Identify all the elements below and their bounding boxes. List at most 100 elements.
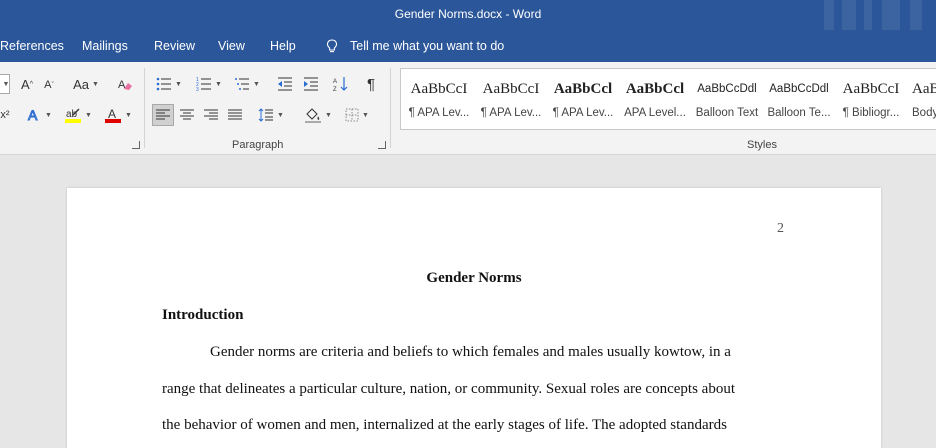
- eraser-icon: A: [118, 79, 132, 91]
- align-left-button[interactable]: [152, 104, 174, 126]
- style-sample: AaBbCcI: [410, 81, 468, 97]
- style-sample: AaBbCcl: [625, 81, 685, 97]
- window-title: Gender Norms.docx - Word: [394, 7, 542, 21]
- decrease-indent-button[interactable]: [274, 74, 296, 94]
- style-bibliography[interactable]: AaBbCcI ¶ Bibliogr...: [835, 69, 907, 129]
- numbering-button[interactable]: 1 2 3 ▼: [192, 74, 226, 94]
- style-name: ¶ APA Lev...: [408, 107, 470, 119]
- style-name: ¶ Bibliogr...: [842, 107, 900, 119]
- align-center-button[interactable]: [176, 104, 198, 126]
- styles-gallery: AaBbCcI ¶ APA Lev... AaBbCcI ¶ APA Lev..…: [400, 68, 936, 130]
- multilevel-list-button[interactable]: ▼: [230, 74, 264, 94]
- paragraph-line: Gender norms are criteria and beliefs to…: [210, 344, 731, 360]
- style-apa-level-2[interactable]: AaBbCcI ¶ APA Lev...: [475, 69, 547, 129]
- style-balloon-text[interactable]: AaBbCcDdl Balloon Text: [691, 69, 763, 129]
- paragraph-dialog-launcher[interactable]: [378, 141, 386, 149]
- font-size-dropdown[interactable]: ▼: [0, 74, 10, 94]
- style-sample: AaBbCcl: [553, 81, 613, 97]
- style-sample: AaBbCcDdl: [697, 83, 757, 95]
- align-right-button[interactable]: [200, 104, 222, 126]
- lightbulb-icon: [326, 39, 338, 53]
- justify-icon: [228, 109, 242, 120]
- style-body[interactable]: AaB Body: [907, 69, 936, 129]
- tab-references[interactable]: References: [0, 39, 64, 53]
- style-apa-level-3[interactable]: AaBbCcl ¶ APA Lev...: [547, 69, 619, 129]
- numbered-list-icon: 123: [196, 77, 212, 91]
- sort-icon: AZ: [333, 77, 348, 92]
- tab-mailings[interactable]: Mailings: [82, 39, 128, 53]
- shading-button[interactable]: ▼: [300, 104, 336, 126]
- style-sample: AaBbCcDdl: [769, 83, 829, 95]
- style-sample: AaB: [912, 81, 936, 97]
- increase-indent-button[interactable]: [300, 74, 322, 94]
- document-title: Gender Norms: [426, 270, 522, 286]
- multilevel-list-icon: [235, 78, 250, 90]
- svg-text:A: A: [28, 107, 38, 123]
- tell-me-box[interactable]: Tell me what you want to do: [326, 39, 504, 53]
- title-bar-decoration: [816, 0, 936, 30]
- section-heading: Introduction: [162, 307, 244, 323]
- title-bar: Gender Norms.docx - Word: [0, 0, 936, 30]
- tab-help[interactable]: Help: [270, 39, 296, 53]
- grow-font-button[interactable]: A ^: [18, 74, 36, 94]
- bullet-list-icon: [156, 77, 172, 91]
- svg-text:A: A: [118, 79, 126, 91]
- change-case-button[interactable]: Aa ▼: [70, 74, 102, 94]
- line-spacing-button[interactable]: ▼: [254, 104, 288, 126]
- ribbon-tabs: References Mailings Review View Help Tel…: [0, 30, 936, 62]
- shrink-font-button[interactable]: Aˇ: [40, 76, 58, 94]
- group-separator: [390, 68, 391, 148]
- paragraph-line: range that delineates a particular cultu…: [162, 381, 735, 397]
- style-name: Body: [912, 107, 936, 119]
- borders-button[interactable]: ▼: [340, 104, 374, 126]
- page-number: 2: [777, 221, 784, 236]
- superscript-button[interactable]: x²: [0, 106, 10, 124]
- style-name: ¶ APA Lev...: [552, 107, 614, 119]
- style-name: Balloon Te...: [767, 107, 831, 119]
- decrease-indent-icon: [278, 77, 292, 91]
- styles-group-label: Styles: [747, 139, 777, 151]
- line-spacing-icon: [258, 108, 274, 122]
- bullets-button[interactable]: ▼: [152, 74, 186, 94]
- text-effects-icon: A: [28, 107, 39, 123]
- group-separator: [144, 68, 145, 148]
- style-apa-level-4[interactable]: AaBbCcl APA Level...: [619, 69, 691, 129]
- tell-me-text: Tell me what you want to do: [350, 39, 505, 53]
- pilcrow-icon: ¶: [366, 75, 376, 93]
- style-name: ¶ APA Lev...: [480, 107, 542, 119]
- svg-text:A: A: [333, 79, 337, 85]
- style-sample: AaBbCcI: [482, 81, 540, 97]
- borders-icon: [345, 108, 359, 122]
- document-page[interactable]: 2 Gender Norms Introduction Gender norms…: [67, 188, 881, 448]
- style-balloon-text-char[interactable]: AaBbCcDdl Balloon Te...: [763, 69, 835, 129]
- svg-text:A: A: [108, 107, 116, 121]
- highlight-color-button[interactable]: ab ▼: [60, 104, 96, 126]
- clear-formatting-button[interactable]: A: [114, 74, 136, 94]
- text-effects-button[interactable]: A ▼: [22, 104, 56, 126]
- tab-view[interactable]: View: [218, 39, 245, 53]
- sort-button[interactable]: AZ: [330, 74, 352, 94]
- svg-text:ab: ab: [66, 109, 78, 120]
- svg-text:Z: Z: [333, 87, 337, 92]
- show-formatting-marks-button[interactable]: ¶: [360, 74, 382, 94]
- style-sample: AaBbCcI: [842, 81, 900, 97]
- highlighter-icon: ab: [65, 108, 82, 123]
- font-dialog-launcher[interactable]: [132, 141, 140, 149]
- align-left-icon: [156, 109, 170, 120]
- paint-bucket-icon: [305, 108, 322, 123]
- paragraph-group-label: Paragraph: [232, 139, 284, 151]
- style-name: APA Level...: [624, 107, 686, 119]
- increase-indent-icon: [304, 77, 318, 91]
- align-center-icon: [180, 109, 194, 120]
- svg-text:3: 3: [196, 87, 199, 91]
- tab-review[interactable]: Review: [154, 39, 195, 53]
- style-name: Balloon Text: [695, 107, 759, 119]
- paragraph-line: the behavior of women and men, internali…: [162, 417, 727, 433]
- font-color-button[interactable]: A ▼: [100, 104, 136, 126]
- style-apa-level-1[interactable]: AaBbCcI ¶ APA Lev...: [403, 69, 475, 129]
- font-color-icon: A: [105, 107, 122, 123]
- document-canvas[interactable]: 2 Gender Norms Introduction Gender norms…: [0, 156, 936, 448]
- ribbon: ▼ A ^ Aˇ Aa ▼ A x² A ▼ ab ▼ A ▼ ▼ 1 2 3 ▼ ▼ AZ ¶: [0, 62, 936, 155]
- justify-button[interactable]: [224, 104, 246, 126]
- align-right-icon: [204, 109, 218, 120]
